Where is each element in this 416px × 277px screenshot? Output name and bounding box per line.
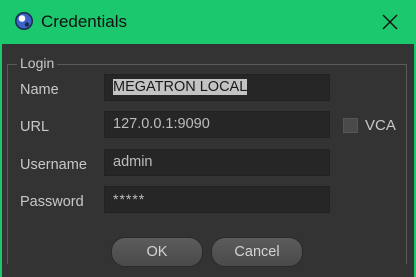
password-label: Password — [20, 194, 84, 210]
ok-button[interactable]: OK — [111, 237, 203, 267]
vca-checkbox[interactable] — [343, 118, 358, 133]
vca-label: VCA — [365, 117, 396, 134]
username-field[interactable]: admin — [104, 149, 330, 176]
url-field[interactable]: 127.0.0.1:9090 — [104, 111, 330, 138]
title-bar[interactable]: Credentials — [0, 0, 416, 44]
password-field[interactable]: ***** — [104, 186, 330, 213]
login-group-label: Login — [17, 55, 58, 71]
cancel-button[interactable]: Cancel — [211, 237, 303, 267]
dialog-body: Login Name MEGATRON LOCAL URL 127.0.0.1:… — [2, 44, 414, 277]
name-field-value: MEGATRON LOCAL — [113, 79, 248, 95]
close-icon[interactable] — [366, 6, 412, 38]
name-label: Name — [20, 82, 59, 98]
credentials-dialog: Credentials Login Name MEGATRON LOCAL UR… — [0, 0, 416, 277]
window-title: Credentials — [41, 12, 127, 31]
cinema4d-sphere-icon — [15, 12, 33, 30]
url-label: URL — [20, 119, 50, 135]
name-field[interactable]: MEGATRON LOCAL — [104, 74, 330, 101]
username-label: Username — [20, 157, 87, 173]
